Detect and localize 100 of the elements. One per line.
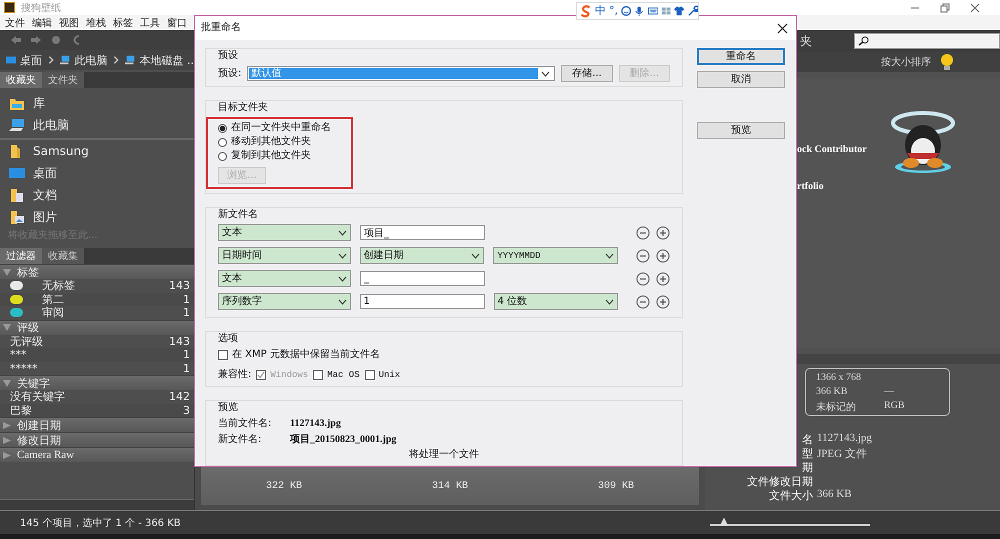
radio-option[interactable]: 移动到其他文件夹: [218, 136, 331, 148]
panel-tab[interactable]: 收藏集: [42, 248, 84, 264]
favorite-item[interactable]: Samsung: [33, 144, 89, 158]
path-segment[interactable]: 本地磁盘 ..: [139, 52, 194, 68]
chevron-icon: [111, 55, 122, 65]
caret-icon: [605, 252, 614, 258]
text-field[interactable]: 1: [360, 294, 485, 309]
plus-icon[interactable]: [656, 272, 670, 286]
menu-item[interactable]: 文件: [5, 16, 25, 30]
window-title: 搜狗壁纸: [21, 2, 61, 14]
filter-item[interactable]: 无评级: [10, 334, 169, 349]
filter-group-title[interactable]: 标签: [17, 264, 39, 280]
filter-item[interactable]: *****: [10, 362, 183, 375]
checkbox[interactable]: Unix: [364, 368, 400, 382]
minus-icon[interactable]: [636, 248, 650, 262]
filter-item[interactable]: 第二: [42, 292, 183, 307]
filter-count: 142: [169, 390, 190, 404]
shirt-icon[interactable]: [674, 5, 685, 17]
panel-tab[interactable]: 收藏夹: [0, 72, 42, 88]
rule-dropdown[interactable]: 日期时间: [218, 247, 351, 264]
menu-item[interactable]: 堆栈: [86, 16, 106, 30]
filter-group-title[interactable]: 关键字: [17, 376, 50, 390]
computer-icon: [60, 55, 70, 65]
label-state: 未标记的: [816, 400, 857, 414]
menu-item[interactable]: 视图: [59, 16, 79, 30]
app-icon: [4, 2, 15, 13]
filter-item[interactable]: 没有关键字: [10, 389, 169, 404]
minus-icon[interactable]: [636, 294, 650, 308]
library-icon: [9, 96, 25, 110]
checkbox[interactable]: 在 XMP 元数据中保留当前文件名: [218, 348, 670, 362]
dialog-button[interactable]: 取消: [697, 71, 785, 88]
dialog-button[interactable]: 存储...: [561, 65, 613, 82]
caret-icon: [338, 230, 347, 236]
caret-icon: [605, 298, 614, 304]
metadata-label: 文件修改日期: [746, 474, 813, 489]
dialog-button[interactable]: 预览: [697, 122, 785, 139]
favorite-item[interactable]: 此电脑: [33, 116, 69, 134]
filter-item[interactable]: ***: [10, 348, 183, 362]
close-icon[interactable]: [777, 22, 788, 34]
file-size: 309 KB: [598, 480, 634, 492]
dialog-button[interactable]: 重命名: [697, 48, 785, 65]
rule-dropdown[interactable]: 文本: [218, 224, 351, 241]
filter-count: 1: [183, 362, 190, 375]
file-size: 322 KB: [266, 480, 302, 492]
new-filename: 项目_20150823_0001.jpg: [290, 434, 396, 446]
caret-icon: [338, 298, 347, 304]
path-segment[interactable]: 此电脑: [74, 52, 108, 68]
field-label: 预设:: [218, 68, 242, 80]
rule-dropdown[interactable]: 文本: [218, 270, 351, 287]
metadata-value: JPEG 文件: [817, 446, 868, 461]
menu-item[interactable]: 工具: [140, 16, 160, 30]
toolbar-label[interactable]: 夹: [800, 32, 812, 50]
ime-logo-icon[interactable]: [580, 4, 592, 18]
plus-icon[interactable]: [656, 226, 670, 240]
checkbox[interactable]: Mac OS: [313, 368, 360, 382]
rule-dropdown[interactable]: 4 位数: [494, 293, 618, 310]
panel-tab[interactable]: 文件夹: [42, 72, 84, 88]
current-filename: 1127143.jpg: [290, 418, 341, 430]
rule-dropdown[interactable]: 序列数字: [218, 293, 351, 310]
wrench-icon[interactable]: [688, 5, 698, 17]
text-field[interactable]: 项目_: [360, 225, 485, 240]
radio-option[interactable]: 在同一文件夹中重命名: [218, 122, 331, 134]
sort-dropdown[interactable]: 按大小排序: [881, 55, 931, 69]
rule-dropdown[interactable]: YYYYMMDD: [493, 247, 618, 264]
path-segment[interactable]: 桌面: [20, 52, 42, 68]
restore-icon[interactable]: [940, 2, 950, 12]
minus-icon[interactable]: [636, 226, 650, 240]
favorite-item[interactable]: 桌面: [33, 164, 57, 182]
radio-option[interactable]: 复制到其他文件夹: [218, 150, 331, 162]
status-text: 145 个项目，选中了 1 个 - 366 KB: [20, 516, 182, 530]
metadata-label: 期: [801, 460, 813, 475]
menu-item[interactable]: 标签: [113, 16, 133, 30]
metadata-label: 型: [801, 446, 813, 461]
menu-item[interactable]: 窗口: [167, 16, 187, 30]
rule-dropdown[interactable]: 创建日期: [360, 247, 484, 264]
plus-icon[interactable]: [656, 248, 670, 262]
minus-icon[interactable]: [636, 272, 650, 286]
favorite-item[interactable]: 图片: [33, 208, 57, 226]
filter-item[interactable]: 无标签: [42, 278, 169, 294]
microphone-icon[interactable]: [634, 5, 645, 17]
search-field[interactable]: [854, 33, 1000, 49]
keyboard-icon[interactable]: [648, 5, 658, 17]
filter-item[interactable]: 巴黎: [10, 402, 183, 418]
caret-icon: [471, 252, 480, 258]
panel-tab[interactable]: 过滤器: [0, 248, 42, 264]
ime-mode[interactable]: 中: [595, 5, 606, 17]
plus-icon[interactable]: [656, 294, 670, 308]
ime-punctuation[interactable]: °,: [609, 5, 618, 17]
caret-icon: [338, 252, 347, 258]
text-line: ock Contributor: [797, 144, 868, 155]
filter-group-title[interactable]: 评级: [17, 320, 39, 335]
text-field[interactable]: _: [360, 271, 485, 286]
favorite-item[interactable]: 文档: [33, 186, 57, 204]
menu-item[interactable]: 编辑: [32, 16, 52, 30]
smiley-icon[interactable]: [621, 5, 632, 17]
field-label: 新文件名:: [218, 434, 262, 446]
dash-text: —: [884, 386, 895, 397]
favorite-item[interactable]: 库: [33, 94, 45, 112]
filter-item[interactable]: 审阅: [42, 305, 183, 320]
filter-count: 143: [169, 334, 190, 348]
